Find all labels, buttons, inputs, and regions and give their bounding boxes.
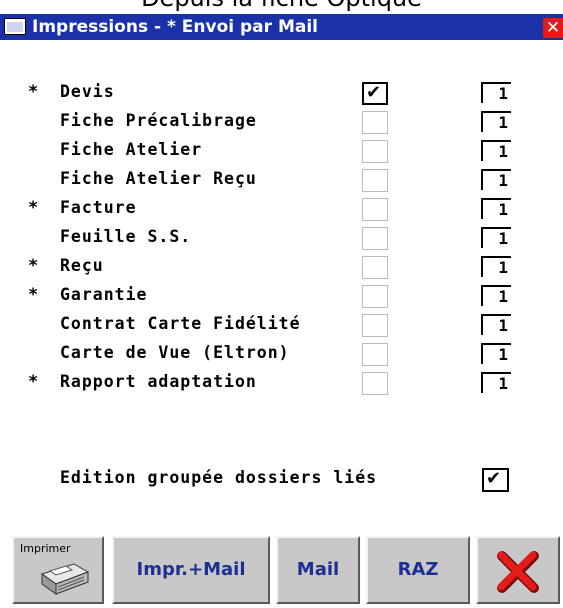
copies-input[interactable]: 1 xyxy=(481,82,511,103)
copies-input[interactable]: 1 xyxy=(481,227,511,248)
copies-input[interactable]: 1 xyxy=(481,198,511,219)
option-label: Rapport adaptation xyxy=(60,372,257,391)
option-checkbox[interactable] xyxy=(362,169,388,192)
option-label: Fiche Atelier Reçu xyxy=(60,169,257,188)
option-checkbox[interactable] xyxy=(362,227,388,250)
option-checkbox[interactable] xyxy=(362,82,388,105)
option-row-fiche-atelier-recu: Fiche Atelier Reçu 1 xyxy=(0,165,563,194)
print-button[interactable]: Imprimer xyxy=(12,536,104,604)
option-checkbox[interactable] xyxy=(362,372,388,395)
red-x-icon xyxy=(497,551,539,593)
mail-button[interactable]: Mail xyxy=(276,536,360,604)
print-button-label: Imprimer xyxy=(20,542,71,555)
print-and-mail-label: Impr.+Mail xyxy=(136,559,246,580)
option-row-contrat-carte-fidelite: Contrat Carte Fidélité 1 xyxy=(0,310,563,339)
grouped-edition-row: Edition groupée dossiers liés xyxy=(0,463,563,497)
grouped-edition-checkbox[interactable] xyxy=(482,468,509,492)
option-row-fiche-atelier: Fiche Atelier 1 xyxy=(0,136,563,165)
option-label: Garantie xyxy=(60,285,148,304)
option-row-feuille-s-s: Feuille S.S. 1 xyxy=(0,223,563,252)
reset-label: RAZ xyxy=(397,559,439,580)
option-row-rapport-adaptation: * Rapport adaptation 1 xyxy=(0,368,563,397)
mail-marker: * xyxy=(28,256,39,276)
option-checkbox[interactable] xyxy=(362,314,388,337)
option-row-facture: * Facture 1 xyxy=(0,194,563,223)
mail-marker: * xyxy=(28,198,39,218)
option-row-garantie: * Garantie 1 xyxy=(0,281,563,310)
option-label: Carte de Vue (Eltron) xyxy=(60,343,290,362)
option-row-carte-de-vue-eltron: Carte de Vue (Eltron) 1 xyxy=(0,339,563,368)
option-checkbox[interactable] xyxy=(362,140,388,163)
cancel-button[interactable] xyxy=(476,536,560,604)
reset-button[interactable]: RAZ xyxy=(366,536,470,604)
option-row-recu: * Reçu 1 xyxy=(0,252,563,281)
window-titlebar: Impressions - * Envoi par Mail ✕ xyxy=(0,14,563,40)
copies-input[interactable]: 1 xyxy=(481,343,511,364)
option-label: Feuille S.S. xyxy=(60,227,192,246)
option-row-fiche-precalibrage: Fiche Précalibrage 1 xyxy=(0,107,563,136)
option-checkbox[interactable] xyxy=(362,111,388,134)
option-label: Reçu xyxy=(60,256,104,275)
option-checkbox[interactable] xyxy=(362,256,388,279)
option-label: Facture xyxy=(60,198,137,217)
option-checkbox[interactable] xyxy=(362,198,388,221)
copies-input[interactable]: 1 xyxy=(481,140,511,161)
copies-input[interactable]: 1 xyxy=(481,169,511,190)
window-icon xyxy=(4,18,26,35)
option-checkbox[interactable] xyxy=(362,285,388,308)
copies-input[interactable]: 1 xyxy=(481,111,511,132)
option-label: Fiche Atelier xyxy=(60,140,203,159)
copies-input[interactable]: 1 xyxy=(481,256,511,277)
option-checkbox[interactable] xyxy=(362,343,388,366)
copies-input[interactable]: 1 xyxy=(481,372,511,393)
window-title: Impressions - * Envoi par Mail xyxy=(32,17,318,37)
mail-label: Mail xyxy=(296,559,340,580)
print-and-mail-button[interactable]: Impr.+Mail xyxy=(112,536,270,604)
close-icon[interactable]: ✕ xyxy=(543,18,563,38)
mail-marker: * xyxy=(28,372,39,392)
option-label: Contrat Carte Fidélité xyxy=(60,314,301,333)
option-label: Devis xyxy=(60,82,115,101)
printer-icon xyxy=(40,563,90,595)
option-row-devis: * Devis 1 xyxy=(0,78,563,107)
option-label: Fiche Précalibrage xyxy=(60,111,257,130)
mail-marker: * xyxy=(28,82,39,102)
copies-input[interactable]: 1 xyxy=(481,314,511,335)
copies-input[interactable]: 1 xyxy=(481,285,511,306)
grouped-edition-label: Edition groupée dossiers liés xyxy=(60,468,378,487)
mail-marker: * xyxy=(28,285,39,305)
